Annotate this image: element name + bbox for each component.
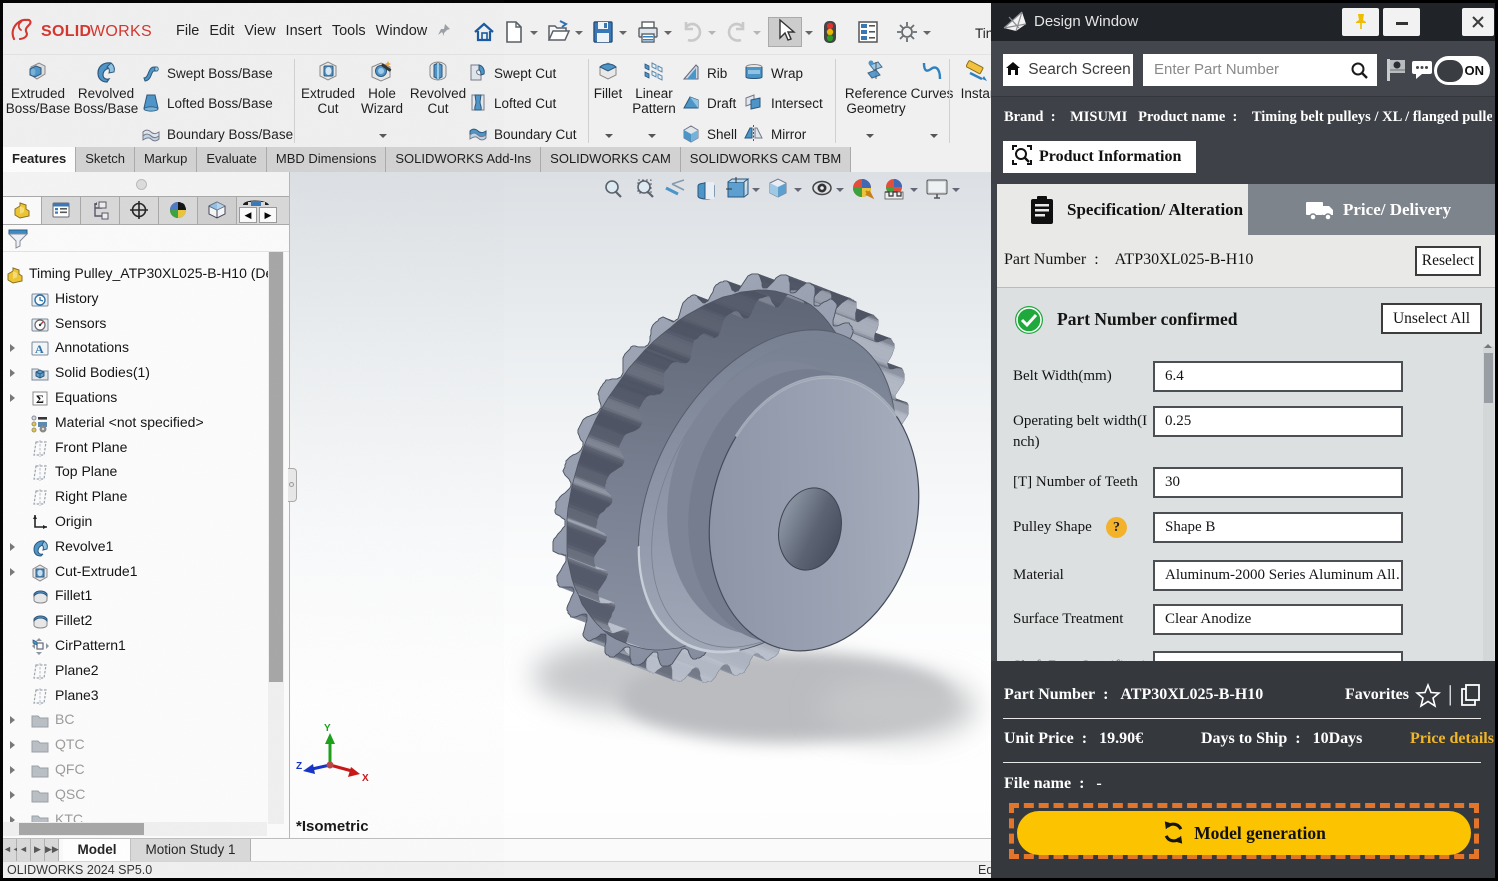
svg-text:SOLID: SOLID	[41, 23, 91, 40]
svg-text:WORKS: WORKS	[90, 23, 152, 40]
svg-text:Z: Z	[296, 761, 302, 772]
svg-text:Y: Y	[324, 723, 331, 734]
svg-text:A: A	[35, 342, 44, 356]
svg-text:X: X	[362, 773, 369, 784]
svg-text:Σ: Σ	[36, 392, 44, 406]
